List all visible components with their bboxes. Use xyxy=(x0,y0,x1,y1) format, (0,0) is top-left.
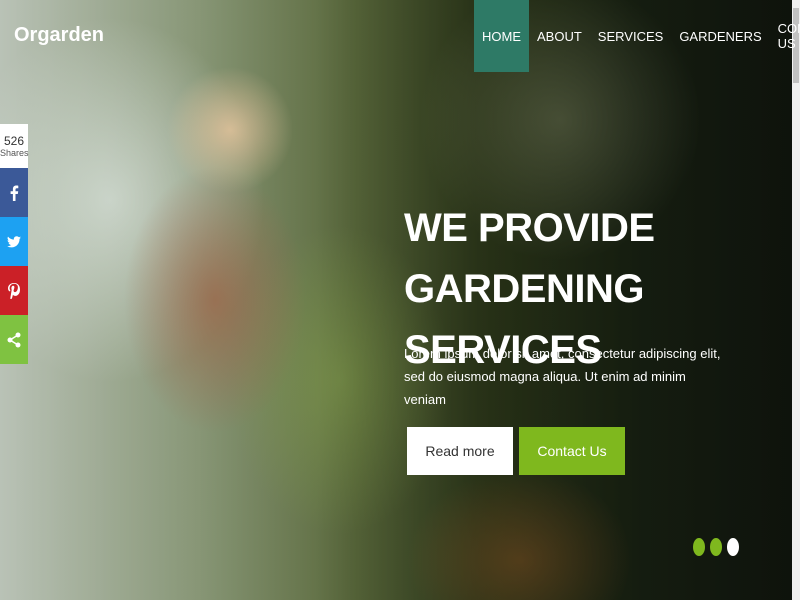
facebook-share-button[interactable] xyxy=(0,168,28,217)
nav-about[interactable]: ABOUT xyxy=(529,0,590,72)
nav-services[interactable]: SERVICES xyxy=(590,0,672,72)
carousel-dot-2[interactable] xyxy=(710,538,722,556)
hero-description: Lorem ipsum dolor sit amet, consectetur … xyxy=(404,346,721,407)
twitter-share-button[interactable] xyxy=(0,217,28,266)
nav-home[interactable]: HOME xyxy=(474,0,529,72)
share-count-number: 526 xyxy=(3,134,25,148)
carousel-dot-1[interactable] xyxy=(693,538,705,556)
pinterest-icon xyxy=(8,282,20,299)
contact-us-button[interactable]: Contact Us xyxy=(519,427,625,475)
carousel-dot-3[interactable] xyxy=(727,538,739,556)
share-icon xyxy=(7,332,21,347)
main-nav: HOME ABOUT SERVICES GARDENERS CONTACT US xyxy=(474,0,800,72)
share-count-label: Shares xyxy=(0,148,29,158)
social-share-bar: 526 Shares xyxy=(0,124,29,364)
hero-headline-line-1: WE PROVIDE xyxy=(404,206,655,250)
carousel-indicators xyxy=(693,538,739,556)
facebook-icon xyxy=(10,185,19,201)
read-more-button[interactable]: Read more xyxy=(407,427,513,475)
pinterest-share-button[interactable] xyxy=(0,266,28,315)
share-count: 526 Shares xyxy=(0,124,29,168)
twitter-icon xyxy=(7,235,21,247)
nav-contact-us[interactable]: CONTACT US xyxy=(770,0,800,72)
nav-gardeners[interactable]: GARDENERS xyxy=(671,0,769,72)
generic-share-button[interactable] xyxy=(0,315,28,364)
site-logo[interactable]: Orgarden xyxy=(14,24,104,47)
